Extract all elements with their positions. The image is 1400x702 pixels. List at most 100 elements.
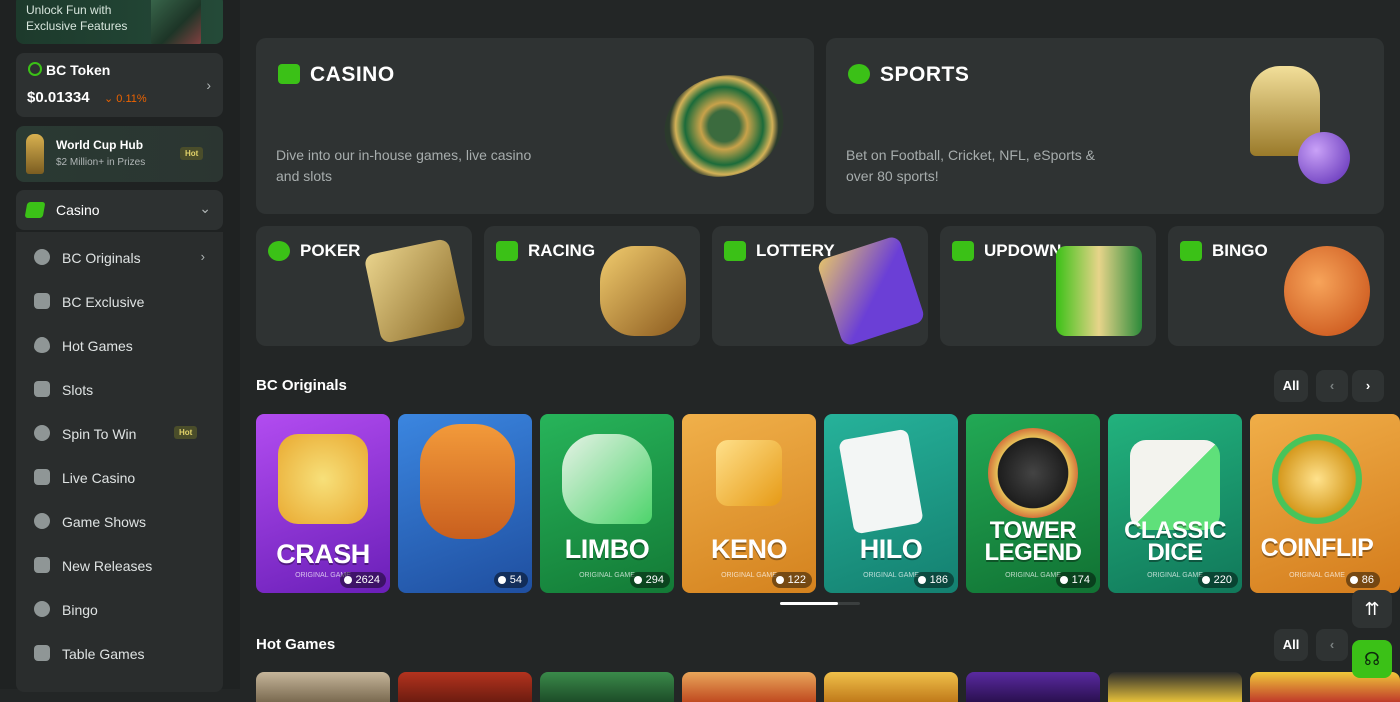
game-name: LIMBO [564, 534, 650, 564]
chevron-right-icon: › [200, 249, 205, 264]
ticket-icon [724, 241, 746, 261]
hot-badge: Hot [180, 147, 204, 160]
game-tile-classic-dice[interactable]: CLASSIC DICE ORIGINAL GAME 220 [1108, 414, 1242, 593]
sidebar-item-bingo[interactable]: Bingo [16, 588, 223, 628]
world-cup-title: World Cup Hub [56, 138, 144, 152]
game-shows-icon [34, 513, 50, 529]
sidebar-item-bc-originals[interactable]: BC Originals › [16, 236, 223, 276]
sidebar-item-label: Bingo [62, 602, 98, 618]
casino-icon [24, 202, 46, 218]
chevron-right-icon[interactable]: › [206, 77, 211, 93]
hot-game-tile[interactable] [966, 672, 1100, 702]
updown-card[interactable]: UPDOWN [940, 226, 1156, 346]
game-tile-coinflip[interactable]: COINFLIP ORIGINAL GAME 86 [1250, 414, 1400, 593]
promo-image [151, 0, 201, 44]
player-count: 294 [629, 572, 670, 588]
scroll-to-top-button[interactable]: ⇈ [1352, 590, 1392, 628]
originals-next-button[interactable]: › [1352, 370, 1384, 402]
trophy-icon [26, 134, 44, 174]
game-tile-tower-legend[interactable]: TOWER LEGEND ORIGINAL GAME 174 [966, 414, 1100, 593]
lottery-title: LOTTERY [756, 241, 835, 260]
hot-game-tile[interactable] [682, 672, 816, 702]
hot-badge: Hot [174, 426, 198, 439]
poker-chip-icon [268, 241, 290, 261]
bc-token-card[interactable]: BC Token $0.01334 ⌄ 0.11% › [16, 53, 223, 117]
player-count: 86 [1345, 572, 1380, 588]
carousel-progress-fill [780, 602, 838, 605]
bingo-card[interactable]: BINGO [1168, 226, 1384, 346]
sidebar-item-label: Slots [62, 382, 94, 398]
token-change-value: 0.11% [116, 93, 147, 105]
sidebar-item-label: BC Exclusive [62, 294, 145, 310]
hot-all-button[interactable]: All [1274, 629, 1308, 661]
sidebar-item-label: Spin To Win [62, 426, 137, 442]
fire-icon [34, 337, 50, 353]
down-arrow-icon: ⌄ [104, 93, 114, 105]
token-price: $0.01334 [27, 89, 90, 106]
sidebar-item-game-shows[interactable]: Game Shows [16, 500, 223, 540]
rocket-icon [34, 557, 50, 573]
hot-prev-button[interactable]: ‹ [1316, 629, 1348, 661]
user-icon [917, 576, 926, 584]
hot-game-tile[interactable] [1108, 672, 1242, 702]
game-art [838, 428, 924, 535]
player-count-value: 54 [509, 574, 522, 586]
game-tile-crash[interactable]: CRASH ORIGINAL GAME 2624 [256, 414, 390, 593]
originals-all-button[interactable]: All [1274, 370, 1308, 402]
promo-banner[interactable]: Unlock Fun with Exclusive Features [16, 0, 223, 44]
sidebar-item-label: Hot Games [62, 338, 133, 354]
hot-game-tile[interactable] [256, 672, 390, 702]
hot-game-tile[interactable] [824, 672, 958, 702]
sidebar-item-label: New Releases [62, 558, 153, 574]
poker-card[interactable]: POKER [256, 226, 472, 346]
casino-card[interactable]: CASINO Dive into our in-house games, liv… [256, 38, 814, 214]
sidebar-item-live-casino[interactable]: Live Casino [16, 456, 223, 496]
world-cup-hub[interactable]: World Cup Hub $2 Million+ in Prizes Hot [16, 126, 223, 182]
game-tile-hilo[interactable]: HILO ORIGINAL GAME 186 [824, 414, 958, 593]
player-count-value: 186 [929, 574, 948, 586]
game-name: COINFLIP [1260, 534, 1374, 562]
sidebar-item-label: BC Originals [62, 250, 141, 266]
sidebar-item-table-games[interactable]: Table Games [16, 632, 223, 672]
game-art [1272, 434, 1362, 524]
game-tile-limbo[interactable]: LIMBO ORIGINAL GAME 294 [540, 414, 674, 593]
carousel-progress [780, 602, 860, 605]
wheel-icon [34, 425, 50, 441]
bingo-ball-art [1284, 246, 1370, 336]
chart-icon [952, 241, 974, 261]
game-tile-ander-megan[interactable]: 54 [398, 414, 532, 593]
originals-icon [34, 249, 50, 265]
support-headset-icon[interactable]: ☊ [1352, 640, 1392, 678]
player-count-value: 174 [1071, 574, 1090, 586]
hot-game-tile[interactable] [540, 672, 674, 702]
bc-originals-heading: BC Originals [256, 377, 347, 394]
casino-menu-header[interactable]: Casino ⌄ [16, 190, 223, 230]
lottery-card[interactable]: LOTTERY [712, 226, 928, 346]
game-tile-keno[interactable]: KENO ORIGINAL GAME 122 [682, 414, 816, 593]
casino-card-desc: Dive into our in-house games, live casin… [276, 147, 532, 184]
user-icon [1201, 576, 1210, 584]
game-name: TOWER LEGEND [984, 517, 1082, 566]
player-count: 2624 [339, 572, 386, 588]
live-icon [34, 469, 50, 485]
game-name: CRASH [276, 539, 370, 569]
chevron-down-icon[interactable]: ⌄ [199, 200, 211, 217]
sidebar-item-new-releases[interactable]: New Releases [16, 544, 223, 584]
sidebar-item-hot-games[interactable]: Hot Games [16, 324, 223, 364]
sidebar-item-slots[interactable]: Slots [16, 368, 223, 408]
roulette-art [653, 62, 795, 190]
racing-card[interactable]: RACING [484, 226, 700, 346]
game-art [562, 434, 652, 524]
player-count: 220 [1197, 572, 1238, 588]
sports-card-desc: Bet on Football, Cricket, NFL, eSports &… [846, 147, 1095, 184]
casino-menu-label: Casino [56, 202, 100, 218]
sidebar-item-bc-exclusive[interactable]: BC Exclusive [16, 280, 223, 320]
token-name: BC Token [46, 62, 111, 78]
bingo-icon [34, 601, 50, 617]
sports-card[interactable]: SPORTS Bet on Football, Cricket, NFL, eS… [826, 38, 1384, 214]
hot-game-tile[interactable] [398, 672, 532, 702]
originals-prev-button[interactable]: ‹ [1316, 370, 1348, 402]
sidebar-item-spin-to-win[interactable]: Spin To Win Hot [16, 412, 223, 452]
candles-art [1056, 246, 1142, 336]
main-content: CASINO Dive into our in-house games, liv… [240, 0, 1400, 702]
